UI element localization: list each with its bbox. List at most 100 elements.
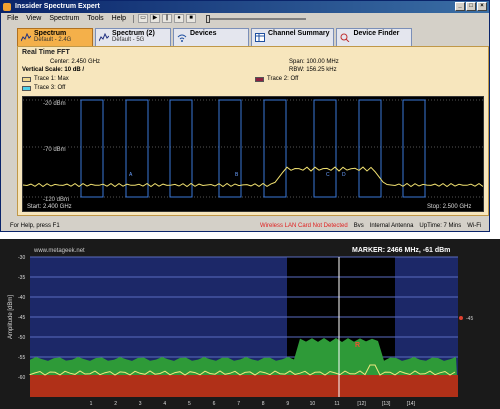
x-tick-3: 3 — [139, 401, 142, 407]
y-tick--35: -35 — [18, 275, 25, 281]
trace-2-label: Trace 2: Off — [267, 76, 299, 82]
right-indicator-label: -45 — [466, 316, 473, 322]
x-tick-2: 2 — [114, 401, 117, 407]
status-help: For Help, press F1 — [10, 223, 60, 229]
tab-spectrum[interactable]: Spectrum Default - 2.4G — [17, 28, 93, 46]
maximize-button[interactable]: □ — [466, 2, 476, 11]
center-label: Center: 2.450 GHz — [50, 59, 101, 65]
x-tick-11: 11 — [334, 401, 339, 407]
y-tick--55: -55 — [18, 355, 25, 361]
trace-1-swatch — [22, 76, 31, 82]
tab-label: Device Finder — [353, 30, 400, 37]
title-bar: Inssider Spectrum Expert _ □ × — [1, 1, 489, 13]
span-label: Span: 100.00 MHz — [289, 59, 339, 65]
toolbar-separator — [133, 14, 135, 23]
open-icon[interactable]: ▭ — [138, 14, 149, 23]
status-wifi: Wi-Fi — [467, 223, 482, 229]
legend-trace-1[interactable]: Trace 1: Max — [22, 76, 69, 82]
x-tick-9: 9 — [286, 401, 289, 407]
fft-y-top: -20 dBm — [43, 101, 66, 107]
x-tick-8: 8 — [262, 401, 265, 407]
tab-spectrum-2[interactable]: Spectrum (2) Default - 5G — [95, 28, 171, 46]
x-tick-7: 7 — [237, 401, 240, 407]
watermark: www.metageek.net — [33, 248, 85, 254]
tab-strip: Spectrum Default - 2.4G Spectrum (2) Def… — [17, 28, 413, 46]
menu-file[interactable]: File — [4, 15, 21, 22]
tab-label: Devices — [190, 30, 217, 37]
x-tick-14: [14] — [407, 401, 416, 407]
channel-graph-svg: www.metageek.net MARKER: 2466 MHz, -61 d… — [0, 239, 500, 409]
fft-y-bottom: -120 dBm — [43, 197, 69, 203]
tab-sublabel: Default - 5G — [112, 37, 145, 43]
y-tick--30: -30 — [18, 255, 25, 261]
spectrum-icon — [99, 33, 109, 42]
status-warning: Wireless LAN Card Not Detected — [260, 223, 348, 229]
wifi-icon — [177, 34, 187, 42]
fft-stop-label: Stop: 2.500 GHz — [427, 204, 471, 210]
tab-sublabel: Default - 2.4G — [34, 37, 72, 43]
fft-panel: Real Time FFT Center: 2.450 GHz Vertical… — [17, 46, 489, 216]
stop-icon[interactable]: ■ — [186, 14, 197, 23]
menu-view[interactable]: View — [23, 15, 44, 22]
marker-flag: R — [355, 342, 360, 349]
tab-label: Channel Summary — [268, 30, 330, 37]
menu-spectrum[interactable]: Spectrum — [46, 15, 82, 22]
trace-3-swatch — [22, 85, 31, 91]
menu-help[interactable]: Help — [109, 15, 129, 22]
tab-devices[interactable]: Devices — [173, 28, 249, 46]
y-tick--50: -50 — [18, 335, 25, 341]
legend-trace-3[interactable]: Trace 3: Off — [22, 85, 65, 91]
pause-icon[interactable]: ∥ — [162, 14, 173, 23]
time-slider[interactable] — [206, 14, 307, 23]
fft-marker-D: D — [342, 172, 346, 178]
x-tick-4: 4 — [163, 401, 166, 407]
x-tick-10: 10 — [310, 401, 316, 407]
fft-y-mid: -70 dBm — [43, 147, 66, 153]
x-tick-5: 5 — [188, 401, 191, 407]
tab-channel-summary[interactable]: Channel Summary — [251, 28, 335, 46]
window-controls: _ □ × — [455, 2, 487, 11]
tab-label: Spectrum — [34, 30, 67, 37]
legend-trace-2[interactable]: Trace 2: Off — [255, 76, 298, 82]
fft-chart[interactable]: -20 dBm -70 dBm -120 dBm ABCD Start: 2.4… — [22, 96, 484, 212]
y-tick--45: -45 — [18, 315, 25, 321]
spectrum-icon — [21, 33, 31, 42]
status-bar: For Help, press F1 Wireless LAN Card Not… — [1, 220, 491, 232]
x-tick-12: [12] — [357, 401, 366, 407]
tab-device-finder[interactable]: Device Finder — [336, 28, 413, 46]
app-window: Inssider Spectrum Expert _ □ × File View… — [0, 0, 490, 232]
x-tick-6: 6 — [213, 401, 216, 407]
minimize-button[interactable]: _ — [455, 2, 465, 11]
window-title: Inssider Spectrum Expert — [15, 3, 100, 10]
app-icon — [3, 3, 11, 11]
x-tick-13: [13] — [382, 401, 391, 407]
trace-3-label: Trace 3: Off — [34, 85, 66, 91]
close-button[interactable]: × — [477, 2, 487, 11]
y-tick--60: -60 — [18, 375, 25, 381]
record-icon[interactable]: ● — [174, 14, 185, 23]
table-icon — [255, 33, 265, 42]
fft-start-label: Start: 2.400 GHz — [27, 204, 72, 210]
play-icon[interactable]: ▶ — [150, 14, 161, 23]
fft-svg: -20 dBm -70 dBm -120 dBm ABCD Start: 2.4… — [23, 97, 483, 211]
channel-graph-window[interactable]: www.metageek.net MARKER: 2466 MHz, -61 d… — [0, 239, 500, 409]
status-antenna: Internal Antenna — [369, 223, 414, 229]
trace-2-swatch — [255, 76, 264, 82]
marker-readout: MARKER: 2466 MHz, -61 dBm — [352, 247, 450, 254]
y-axis-label: Amplitude [dBm] — [8, 295, 14, 339]
noise-red-area — [30, 375, 458, 397]
menu-tools[interactable]: Tools — [84, 15, 106, 22]
status-uptime: UpTime: 7 Mins — [419, 223, 462, 229]
trace-1-label: Trace 1: Max — [34, 76, 69, 82]
status-b: Bvs — [353, 223, 364, 229]
rbw-label: RBW: 156.25 kHz — [289, 67, 337, 73]
right-indicator-dot — [459, 316, 463, 320]
vscale-label: Vertical Scale: 10 dB / — [22, 67, 85, 73]
time-slider-thumb[interactable] — [206, 14, 211, 23]
fft-marker-C: C — [326, 172, 330, 178]
tab-label: Spectrum (2) — [112, 30, 155, 37]
finder-icon — [340, 33, 350, 42]
fft-background — [23, 97, 483, 211]
fft-params: Center: 2.450 GHz Vertical Scale: 10 dB … — [22, 59, 484, 85]
menu-bar: File View Spectrum Tools Help ▭ ▶ ∥ ● ■ — [1, 13, 489, 24]
